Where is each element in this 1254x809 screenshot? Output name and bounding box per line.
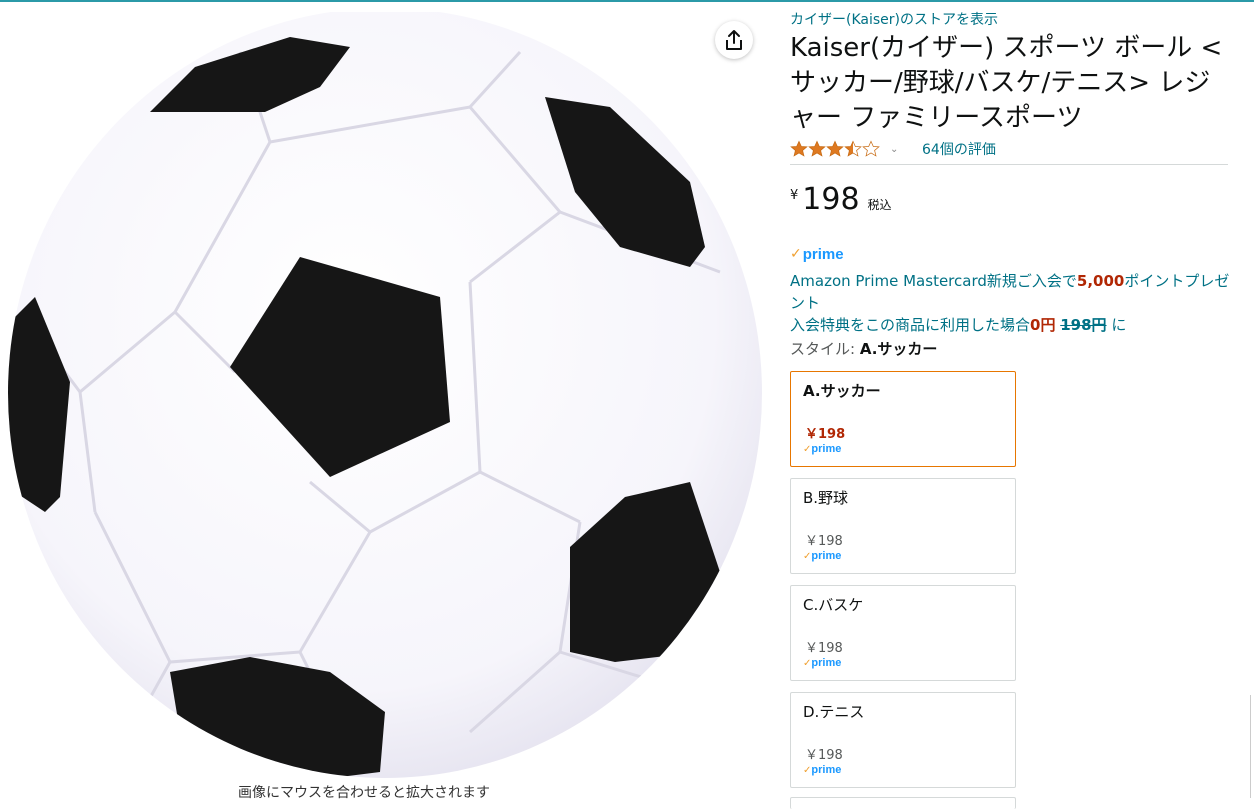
swatch-prime-label: prime — [811, 764, 842, 776]
swatch-prime-badge: ✓ prime — [803, 550, 841, 562]
swatch-price: ￥198 — [805, 427, 846, 442]
swatch-prime-badge: ✓ prime — [803, 657, 841, 669]
promo-strike-price: 198円 — [1060, 316, 1107, 334]
chevron-down-icon[interactable]: ⌄ — [890, 144, 902, 155]
scrollbar[interactable] — [1250, 695, 1254, 798]
prime-check-icon: ✓ — [803, 657, 812, 669]
price-symbol: ¥ — [790, 188, 799, 203]
swatch-name: B.野球 — [803, 489, 849, 507]
empty-star-icon — [862, 140, 880, 157]
share-button[interactable] — [715, 21, 753, 59]
product-details: カイザー(Kaiser)のストアを表示 Kaiser(カイザー) スポーツ ボー… — [790, 10, 1230, 809]
tax-label: 税込 — [867, 198, 892, 212]
star-rating[interactable] — [790, 140, 880, 158]
swatch-price: ￥198 — [805, 641, 843, 656]
style-selected-value: A.サッカー — [859, 340, 938, 358]
star-icon — [826, 140, 844, 157]
promo-text-3: 入会特典をこの商品に利用した場合 — [790, 316, 1031, 334]
star-icon — [790, 140, 808, 157]
promo-points: 5,000 — [1076, 272, 1125, 290]
style-option-tennis[interactable]: D.テニス ￥198 ✓ prime — [790, 692, 1016, 788]
rating-count-link[interactable]: 64個の評価 — [922, 139, 996, 159]
prime-badge: ✓ prime — [790, 244, 1230, 264]
swatch-name: D.テニス — [803, 703, 865, 721]
style-option-soccer[interactable]: A.サッカー ￥198 ✓ prime — [790, 371, 1016, 467]
rating-row: ⌄ 64個の評価 — [790, 138, 1230, 160]
swatch-price: ￥198 — [805, 534, 843, 549]
store-link[interactable]: カイザー(Kaiser)のストアを表示 — [790, 10, 1230, 30]
prime-check-icon: ✓ — [803, 443, 812, 455]
prime-check-icon: ✓ — [790, 246, 802, 262]
price-value: 198 — [802, 182, 860, 217]
divider — [790, 164, 1228, 165]
soccer-ball-image[interactable] — [0, 12, 770, 782]
style-option-more[interactable] — [790, 797, 1016, 809]
style-label-text: スタイル: — [790, 340, 860, 358]
swatch-name: A.サッカー — [803, 382, 881, 400]
swatch-prime-badge: ✓ prime — [803, 764, 841, 776]
swatch-prime-label: prime — [811, 657, 842, 669]
promo-text-4: に — [1106, 316, 1127, 334]
swatch-prime-label: prime — [811, 550, 842, 562]
swatch-price: ￥198 — [805, 748, 843, 763]
star-icon — [808, 140, 826, 157]
half-star-icon — [844, 140, 862, 157]
zoom-hint: 画像にマウスを合わせると拡大されます — [238, 785, 490, 801]
prime-check-icon: ✓ — [803, 550, 812, 562]
promo-text-1: Amazon Prime Mastercard新規ご入会で — [790, 272, 1077, 290]
mastercard-promo[interactable]: Amazon Prime Mastercard新規ご入会で5,000ポイントプレ… — [790, 270, 1230, 336]
swatch-prime-badge: ✓ prime — [803, 443, 841, 455]
style-option-basketball[interactable]: C.バスケ ￥198 ✓ prime — [790, 585, 1016, 681]
product-title: Kaiser(カイザー) スポーツ ボール <サッカー/野球/バスケ/テニス> … — [790, 33, 1223, 133]
swatch-prime-label: prime — [811, 443, 842, 455]
prime-check-icon: ✓ — [803, 764, 812, 776]
promo-price: 0円 — [1030, 316, 1056, 334]
style-label: スタイル: A.サッカー — [790, 338, 1230, 360]
product-image-area[interactable]: 画像にマウスを合わせると拡大されます — [0, 2, 770, 801]
share-icon — [726, 30, 742, 50]
prime-label: prime — [802, 245, 844, 263]
swatch-name: C.バスケ — [803, 596, 864, 614]
price-row: ¥ 198 税込 — [790, 182, 1230, 222]
style-option-baseball[interactable]: B.野球 ￥198 ✓ prime — [790, 478, 1016, 574]
